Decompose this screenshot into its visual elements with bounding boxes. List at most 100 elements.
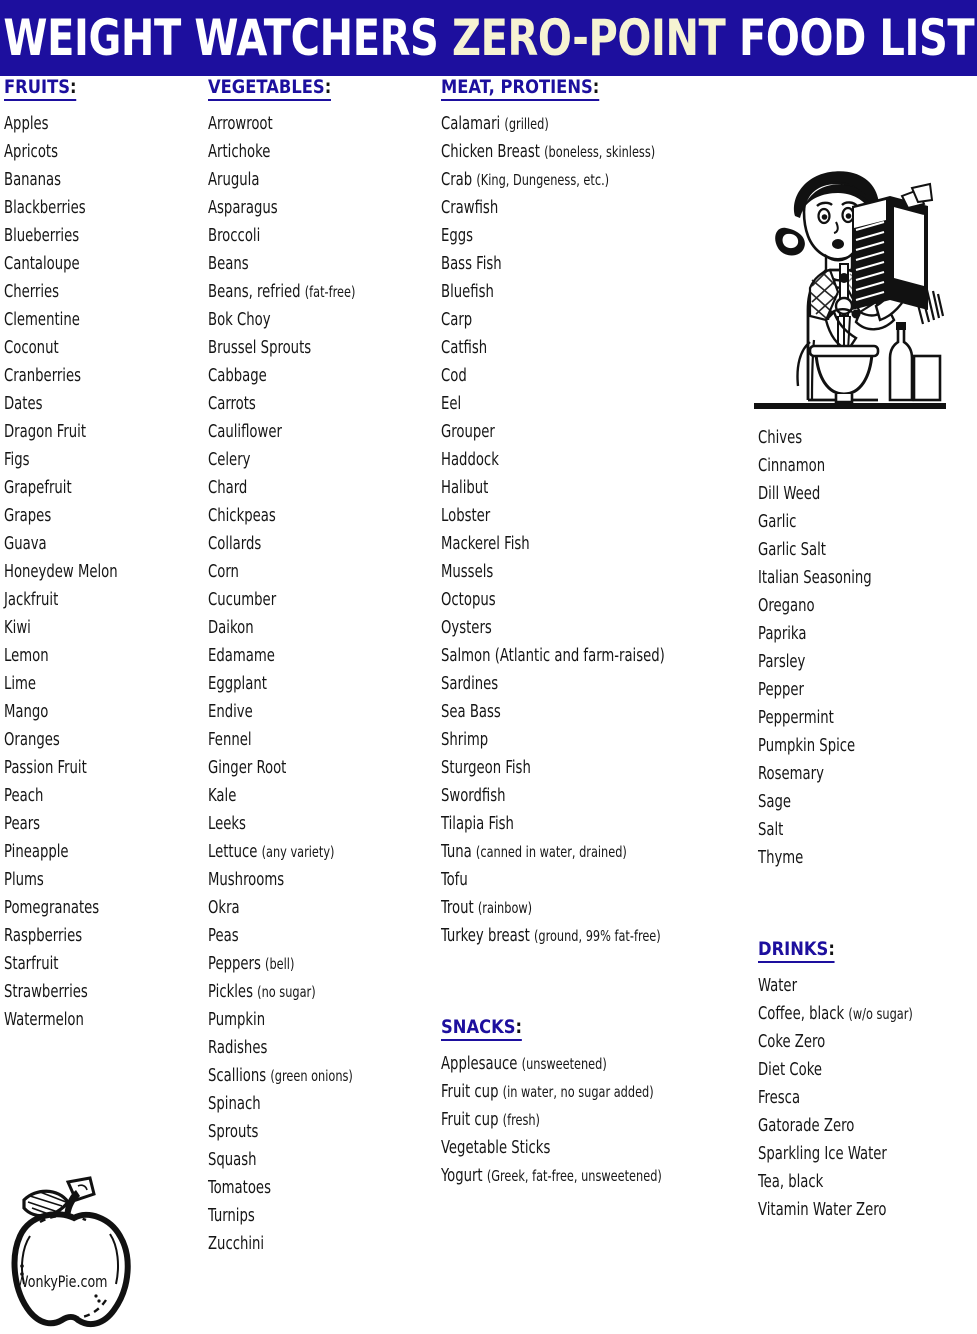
section-heading-fruits-colon: : — [70, 76, 77, 98]
list-item: Fennel — [208, 726, 403, 754]
list-item: Eggplant — [208, 670, 403, 698]
list-item-name: Grapes — [4, 506, 52, 526]
list-item: Apples — [4, 110, 170, 138]
list-item-name: Salmon (Atlantic and farm-raised) — [441, 646, 665, 666]
list-item-name: Ginger Root — [208, 758, 287, 778]
section-herbs-spices: HERBS & SPICES: BasilChivesCinnamonDill … — [758, 362, 974, 872]
list-item: Spinach — [208, 1090, 403, 1118]
list-item-name: Radishes — [208, 1038, 268, 1058]
list-item: Scallions (green onions) — [208, 1062, 403, 1090]
list-item-name: Spinach — [208, 1094, 261, 1114]
list-item-name: Mussels — [441, 562, 494, 582]
list-item-name: Eggs — [441, 226, 474, 246]
list-item: Pumpkin Spice — [758, 732, 939, 760]
list-item: Salt — [758, 816, 939, 844]
food-list-sheet: FRUITS: Apples Apricots Bananas Blackberrie… — [0, 76, 977, 1328]
list-item-name: Chicken Breast — [441, 142, 540, 162]
list-item-name: Asparagus — [208, 198, 278, 218]
retro-woman-reading-cookbook-illustration — [752, 160, 948, 426]
section-heading-fruits: FRUITS: — [4, 76, 77, 101]
list-item: Raspberries — [4, 922, 170, 950]
list-item: Dill Weed — [758, 480, 939, 508]
list-item-name: Lemon — [4, 646, 49, 666]
list-item-name: Edamame — [208, 646, 275, 666]
list-item-note: (grilled) — [504, 115, 549, 133]
list-item-name: Dill Weed — [758, 484, 821, 504]
list-item-note: (in water, no sugar added) — [502, 1083, 654, 1101]
list-item: Oranges — [4, 726, 170, 754]
list-item: Gatorade Zero — [758, 1112, 939, 1140]
list-item: Zucchini — [208, 1230, 403, 1258]
list-item-name: Cinnamon — [758, 456, 826, 476]
list-item: Leeks — [208, 810, 403, 838]
list-item: Fruit cup (fresh) — [441, 1106, 701, 1134]
list-item: Cabbage — [208, 362, 403, 390]
spacer-before-snacks — [441, 950, 751, 1016]
list-item: Calamari (grilled) — [441, 110, 701, 138]
list-item-name: Octopus — [441, 590, 496, 610]
list-item-name: Peach — [4, 786, 44, 806]
list-item-note: (boneless, skinless) — [544, 143, 656, 161]
list-item-name: Crawfish — [441, 198, 499, 218]
list-item-name: Peppermint — [758, 708, 834, 728]
list-item-name: Squash — [208, 1150, 257, 1170]
list-item-name: Vitamin Water Zero — [758, 1200, 887, 1220]
list-item-name: Halibut — [441, 478, 489, 498]
list-item-name: Arrowroot — [208, 114, 273, 134]
list-item: Bok Choy — [208, 306, 403, 334]
list-item: Dates — [4, 390, 170, 418]
list-item-name: Chickpeas — [208, 506, 276, 526]
list-item: Carrots — [208, 390, 403, 418]
list-item: Celery — [208, 446, 403, 474]
section-heading-fruits-label: FRUITS — [4, 76, 71, 98]
page-title-part-3: FOOD LIST — [725, 9, 975, 67]
list-item: Strawberries — [4, 978, 170, 1006]
list-item-name: Sea Bass — [441, 702, 501, 722]
list-item-name: Honeydew Melon — [4, 562, 118, 582]
list-item: Plums — [4, 866, 170, 894]
list-item: Fruit cup (in water, no sugar added) — [441, 1078, 701, 1106]
list-item: Chard — [208, 474, 403, 502]
list-item-note: (unsweetened) — [521, 1055, 607, 1073]
list-item-name: Fruit cup — [441, 1110, 499, 1130]
list-item-name: Oranges — [4, 730, 60, 750]
list-item: Garlic — [758, 508, 939, 536]
list-drinks: Water Coffee, black (w/o sugar) Coke Zero D… — [758, 972, 974, 1224]
list-item-name: Kale — [208, 786, 237, 806]
section-snacks: SNACKS: Applesauce (unsweetened) Fruit cu… — [441, 1016, 751, 1190]
list-item-name: Cucumber — [208, 590, 277, 610]
list-item: Arugula — [208, 166, 403, 194]
list-item-name: Coconut — [4, 338, 59, 358]
list-item: Italian Seasoning — [758, 564, 939, 592]
list-item-note: (rainbow) — [477, 899, 533, 917]
list-item: Pumpkin — [208, 1006, 403, 1034]
list-item: Paprika — [758, 620, 939, 648]
list-item: Mackerel Fish — [441, 530, 701, 558]
list-item-name: Salt — [758, 820, 784, 840]
section-meat-proteins: MEAT, PROTIENS: Calamari (grilled) Chicke… — [441, 76, 751, 950]
list-item: Pepper — [758, 676, 939, 704]
list-item: Vitamin Water Zero — [758, 1196, 939, 1224]
list-item-name: Leeks — [208, 814, 246, 834]
list-item-name: Lettuce — [208, 842, 258, 862]
list-item: Bass Fish — [441, 250, 701, 278]
list-item-name: Sardines — [441, 674, 499, 694]
list-item: Parsley — [758, 648, 939, 676]
list-item-note: (King, Dungeness, etc.) — [476, 171, 610, 189]
list-item: Asparagus — [208, 194, 403, 222]
section-heading-snacks: SNACKS: — [441, 1016, 523, 1041]
list-item-name: Endive — [208, 702, 253, 722]
section-heading-vegetables-label: VEGETABLES — [208, 76, 325, 98]
list-item: Octopus — [441, 586, 701, 614]
list-item-name: Sturgeon Fish — [441, 758, 531, 778]
list-item: Artichoke — [208, 138, 403, 166]
list-item: Pomegranates — [4, 894, 170, 922]
list-item-name: Gatorade Zero — [758, 1116, 855, 1136]
list-item-name: Corn — [208, 562, 239, 582]
list-item: Blueberries — [4, 222, 170, 250]
list-item: Pickles (no sugar) — [208, 978, 403, 1006]
list-item: Beans — [208, 250, 403, 278]
list-item-name: Mango — [4, 702, 49, 722]
list-item: Peppermint — [758, 704, 939, 732]
list-item-name: Turkey breast — [441, 926, 530, 946]
